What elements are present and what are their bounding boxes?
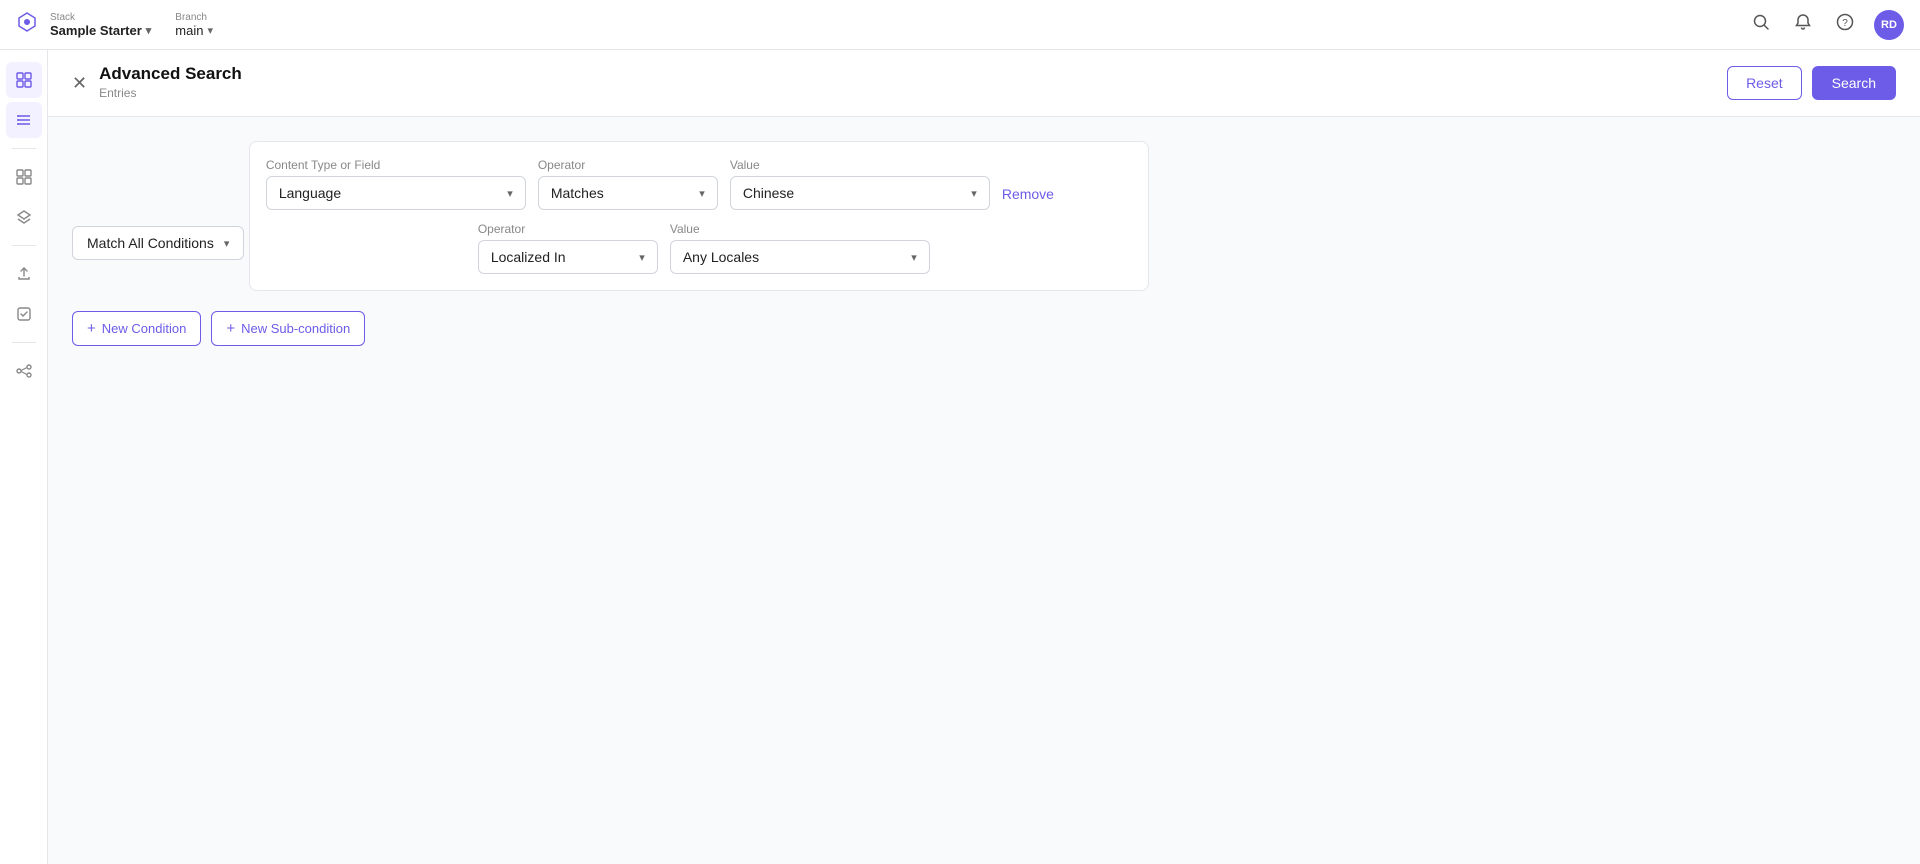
page-header-left: ✕ Advanced Search Entries [72,64,242,102]
sidebar-divider-1 [12,148,36,149]
stack-chevron-icon: ▾ [146,24,152,37]
new-sub-condition-label: New Sub-condition [241,321,350,336]
search-content: Match All Conditions ▾ Content Type or F… [48,117,1920,864]
condition-card-1: Content Type or Field Language ▾ Operato… [249,141,1149,291]
sub-value-label: Value [670,222,930,236]
match-all-chevron-icon: ▾ [224,237,230,250]
avatar[interactable]: RD [1874,10,1904,40]
condition-actions: + New Condition + New Sub-condition [72,311,1896,346]
sub-value-value: Any Locales [683,249,759,265]
content-type-label: Content Type or Field [266,158,526,172]
sub-operator-value: Localized In [491,249,566,265]
sidebar-item-filter[interactable] [6,159,42,195]
topbar-right: ? RD [1748,9,1904,40]
content-type-value: Language [279,185,341,201]
value-label-1: Value [730,158,990,172]
value-chevron-icon-1: ▾ [971,187,977,200]
sidebar-item-task[interactable] [6,296,42,332]
new-sub-condition-button[interactable]: + New Sub-condition [211,311,365,346]
match-all-label: Match All Conditions [87,235,214,251]
operator-select-1[interactable]: Matches ▾ [538,176,718,210]
sub-operator-chevron-icon: ▾ [639,251,645,264]
page-title: Advanced Search [99,64,242,84]
sidebar [0,50,48,864]
sidebar-item-upload[interactable] [6,256,42,292]
new-condition-plus-icon: + [87,320,96,337]
content-type-group: Content Type or Field Language ▾ [266,158,526,210]
operator-value-1: Matches [551,185,604,201]
notification-button[interactable] [1790,9,1816,40]
help-button[interactable]: ? [1832,9,1858,40]
page-header-right: Reset Search [1727,66,1896,100]
sub-value-group: Value Any Locales ▾ [670,222,930,274]
sidebar-item-layers[interactable] [6,199,42,235]
stack-label: Stack [50,12,151,23]
main-content: ✕ Advanced Search Entries Reset Search M… [48,50,1920,864]
sub-operator-select[interactable]: Localized In ▾ [478,240,658,274]
sub-value-select[interactable]: Any Locales ▾ [670,240,930,274]
sidebar-divider-3 [12,342,36,343]
remove-button-1[interactable]: Remove [1002,186,1054,210]
topbar: Stack Sample Starter ▾ Branch main ▾ [0,0,1920,50]
sidebar-item-grid[interactable] [6,62,42,98]
page-subtitle: Entries [99,86,136,100]
match-all-dropdown[interactable]: Match All Conditions ▾ [72,226,244,260]
condition-sub-row-1: Operator Localized In ▾ Value Any Locale… [266,222,1132,274]
page-header: ✕ Advanced Search Entries Reset Search [48,50,1920,117]
operator-group-1: Operator Matches ▾ [538,158,718,210]
sub-operator-label: Operator [478,222,658,236]
content-type-chevron-icon: ▾ [507,187,513,200]
branch-chevron-icon: ▾ [207,24,213,37]
value-value-1: Chinese [743,185,794,201]
sidebar-item-workflow[interactable] [6,353,42,389]
search-button[interactable] [1748,9,1774,40]
value-select-1[interactable]: Chinese ▾ [730,176,990,210]
operator-chevron-icon-1: ▾ [699,187,705,200]
content-type-select[interactable]: Language ▾ [266,176,526,210]
sidebar-item-list[interactable] [6,102,42,138]
reset-button[interactable]: Reset [1727,66,1802,100]
search-submit-button[interactable]: Search [1812,66,1896,100]
layout: ✕ Advanced Search Entries Reset Search M… [0,50,1920,864]
sub-value-chevron-icon: ▾ [911,251,917,264]
new-condition-label: New Condition [102,321,187,336]
sidebar-divider-2 [12,245,36,246]
sub-operator-group: Operator Localized In ▾ [478,222,658,274]
page-title-area: Advanced Search Entries [99,64,242,102]
branch-name[interactable]: main ▾ [175,23,213,38]
new-condition-button[interactable]: + New Condition [72,311,201,346]
operator-label-1: Operator [538,158,718,172]
close-button[interactable]: ✕ [72,73,87,94]
new-sub-condition-plus-icon: + [226,320,235,337]
stack-name[interactable]: Sample Starter ▾ [50,23,151,38]
value-group-1: Value Chinese ▾ [730,158,990,210]
app-logo-icon[interactable] [16,11,38,39]
condition-row-1: Content Type or Field Language ▾ Operato… [266,158,1132,210]
svg-text:?: ? [1842,18,1848,29]
topbar-left: Stack Sample Starter ▾ Branch main ▾ [16,11,213,39]
branch-label: Branch [175,12,213,23]
